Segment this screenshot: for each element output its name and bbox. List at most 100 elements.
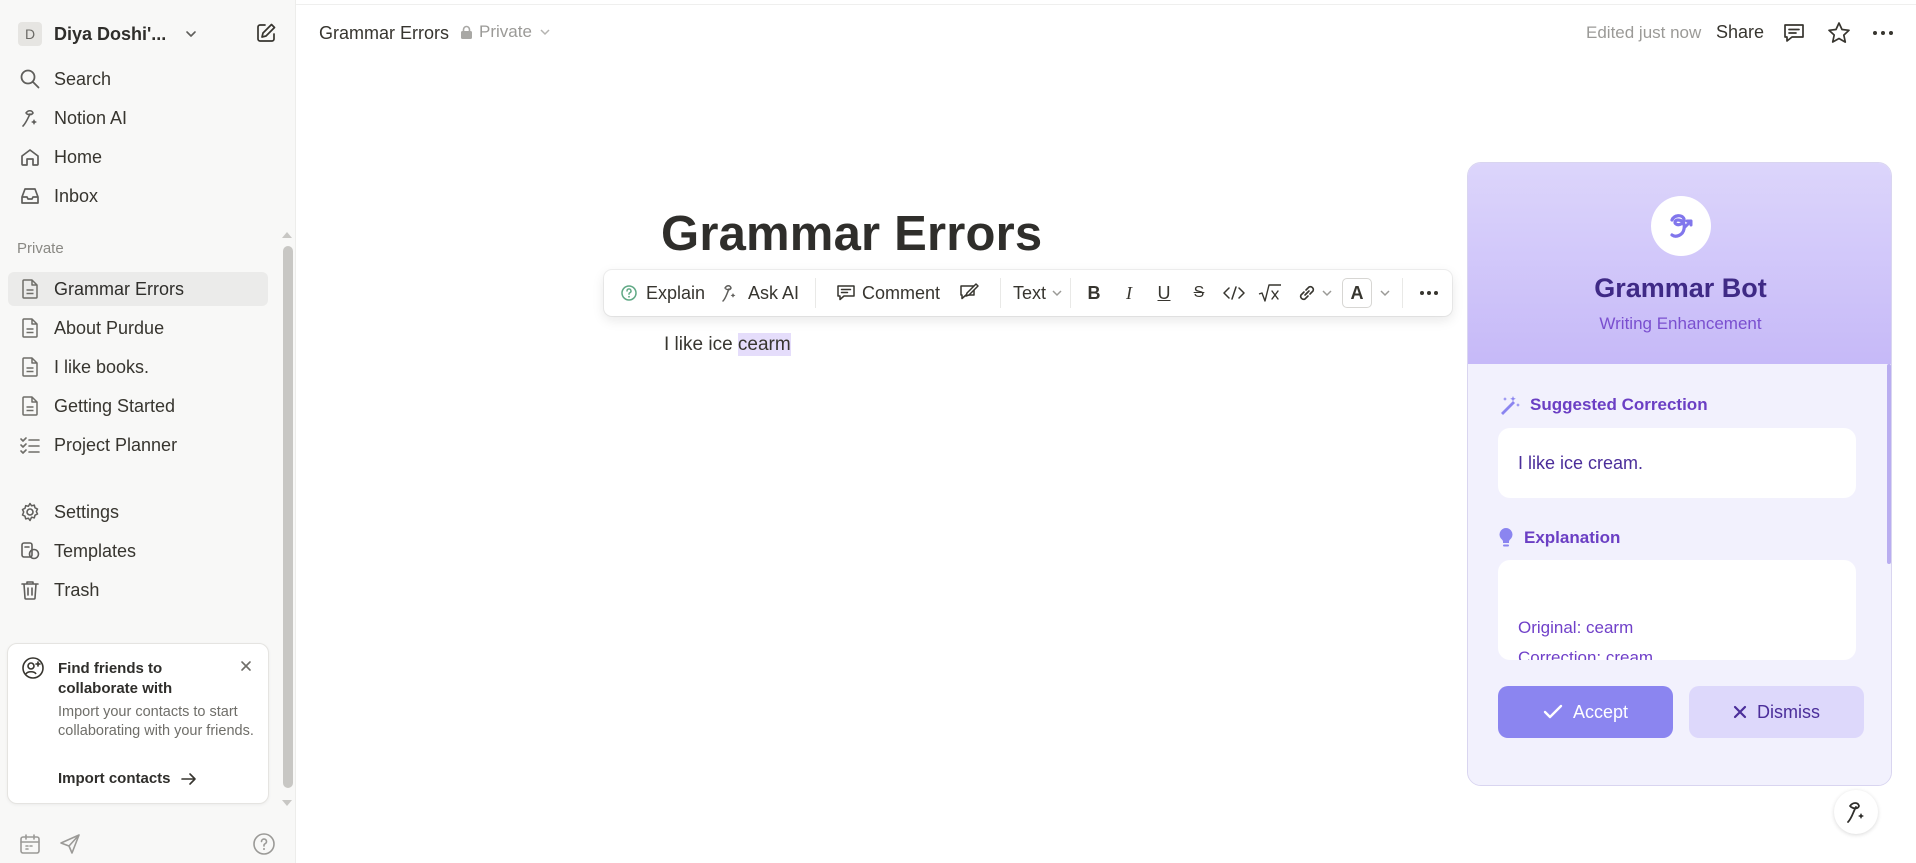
help-icon[interactable] <box>252 832 276 856</box>
underline-icon: U <box>1157 282 1171 303</box>
chevron-down-icon <box>1380 290 1390 297</box>
sidebar-item-search[interactable]: Search <box>8 62 268 96</box>
text-type-dropdown[interactable]: Text <box>1013 270 1062 316</box>
editor-paragraph[interactable]: I like ice cearm <box>664 333 791 356</box>
chevron-down-icon <box>540 29 550 36</box>
explain-button[interactable]: Explain <box>620 270 705 316</box>
strikethrough-icon: S <box>1193 284 1205 301</box>
search-icon <box>18 67 42 91</box>
check-icon <box>1543 704 1563 719</box>
section-label-private[interactable]: Private <box>17 240 64 257</box>
calendar-icon[interactable] <box>18 832 42 856</box>
comment-button[interactable]: Comment <box>836 270 940 316</box>
underline-button[interactable]: U <box>1147 270 1181 316</box>
sidebar: D Diya Doshi'... Search Notion AI Home I… <box>0 0 296 863</box>
sidebar-item-label: Getting Started <box>54 395 176 416</box>
bold-button[interactable]: B <box>1077 270 1111 316</box>
ask-ai-button[interactable]: Ask AI <box>720 270 799 316</box>
workspace-switcher[interactable]: D Diya Doshi'... <box>18 22 288 46</box>
link-dropdown[interactable] <box>1288 270 1340 316</box>
grammar-bot-logo-icon <box>1670 214 1693 238</box>
lock-icon <box>461 25 472 39</box>
gear-icon <box>18 500 42 524</box>
new-page-icon[interactable] <box>254 21 278 45</box>
page-icon <box>18 316 42 340</box>
workspace-avatar: D <box>18 22 42 46</box>
chevron-down-icon[interactable] <box>184 27 198 41</box>
bold-icon: B <box>1087 282 1101 303</box>
breadcrumb[interactable]: Grammar Errors <box>319 23 449 44</box>
explanation-original: Original: cearm <box>1518 618 1634 637</box>
sidebar-item-project-planner[interactable]: Project Planner <box>8 428 268 462</box>
more-options-button[interactable] <box>1412 270 1446 316</box>
home-icon <box>18 145 42 169</box>
strikethrough-button[interactable]: S <box>1182 270 1216 316</box>
accept-button[interactable]: Accept <box>1498 686 1673 738</box>
formatting-toolbar: Explain Ask AI Comment Text B I U S A <box>604 270 1452 316</box>
suggested-correction-box: I like ice cream. <box>1498 428 1856 498</box>
scroll-up-arrow[interactable] <box>281 230 293 240</box>
sidebar-scrollbar-thumb[interactable] <box>283 246 293 788</box>
code-icon <box>1223 286 1245 300</box>
privacy-dropdown[interactable]: Private <box>460 22 556 42</box>
sidebar-item-label: Trash <box>54 579 100 600</box>
explanation-label: Explanation <box>1524 528 1621 547</box>
toolbar-divider <box>1000 278 1001 308</box>
italic-icon: I <box>1126 282 1132 303</box>
grammar-bot-title: Grammar Bot <box>1594 273 1767 303</box>
equation-button[interactable] <box>1252 270 1288 316</box>
notion-ai-floating-button[interactable] <box>1834 790 1878 834</box>
sidebar-item-label: Home <box>54 146 103 167</box>
suggested-correction-label: Suggested Correction <box>1530 395 1708 414</box>
sidebar-item-i-like-books[interactable]: I like books. <box>8 350 268 384</box>
suggest-edit-button[interactable] <box>958 270 980 316</box>
sidebar-item-about-purdue[interactable]: About Purdue <box>8 311 268 345</box>
sidebar-item-notion-ai[interactable]: Notion AI <box>8 101 268 135</box>
workspace-name: Diya Doshi'... <box>54 23 167 44</box>
comment-icon <box>837 285 855 301</box>
top-divider <box>296 4 1916 5</box>
toolbar-divider <box>1402 278 1403 308</box>
sidebar-item-label: I like books. <box>54 356 150 377</box>
dismiss-button[interactable]: Dismiss <box>1689 686 1864 738</box>
add-friends-icon <box>22 657 44 679</box>
import-contacts-link[interactable]: Import contacts <box>58 770 197 787</box>
italic-button[interactable]: I <box>1112 270 1146 316</box>
privacy-label: Private <box>479 22 532 41</box>
sidebar-item-label: Settings <box>54 501 120 522</box>
grammar-bot-subtitle: Writing Enhancement <box>1599 314 1762 333</box>
close-icon[interactable] <box>237 657 255 675</box>
comments-icon[interactable] <box>1781 20 1807 46</box>
selected-word[interactable]: cearm <box>737 333 791 356</box>
grammar-bot-logo <box>1651 196 1711 256</box>
send-icon[interactable] <box>58 832 82 856</box>
more-options-icon[interactable] <box>1870 20 1896 46</box>
sidebar-item-inbox[interactable]: Inbox <box>8 179 268 213</box>
share-button[interactable]: Share <box>1716 22 1764 43</box>
trash-icon <box>18 578 42 602</box>
close-icon <box>1733 705 1747 719</box>
sidebar-item-grammar-errors[interactable]: Grammar Errors <box>8 272 268 306</box>
sidebar-item-settings[interactable]: Settings <box>8 495 268 529</box>
edited-status: Edited just now <box>1586 23 1702 42</box>
scroll-down-arrow[interactable] <box>281 798 293 808</box>
sidebar-item-home[interactable]: Home <box>8 140 268 174</box>
sidebar-item-label: Inbox <box>54 185 99 206</box>
sidebar-item-getting-started[interactable]: Getting Started <box>8 389 268 423</box>
sidebar-item-trash[interactable]: Trash <box>8 573 268 607</box>
panel-scrollbar[interactable] <box>1887 364 1891 564</box>
ask-ai-label: Ask AI <box>748 282 800 303</box>
suggested-correction-heading: Suggested Correction <box>1498 394 1708 416</box>
sidebar-item-templates[interactable]: Templates <box>8 534 268 568</box>
star-icon[interactable] <box>1826 20 1852 46</box>
toolbar-divider <box>1070 278 1071 308</box>
toolbar-divider <box>815 278 816 308</box>
text-color-icon: A <box>1342 278 1372 308</box>
sidebar-item-label: About Purdue <box>54 317 165 338</box>
grammar-bot-header: Grammar Bot Writing Enhancement <box>1468 163 1891 364</box>
color-dropdown[interactable]: A <box>1342 270 1396 316</box>
page-title[interactable]: Grammar Errors <box>661 206 1042 262</box>
sidebar-item-label: Notion AI <box>54 107 128 128</box>
code-button[interactable] <box>1216 270 1252 316</box>
link-icon <box>1299 285 1315 301</box>
